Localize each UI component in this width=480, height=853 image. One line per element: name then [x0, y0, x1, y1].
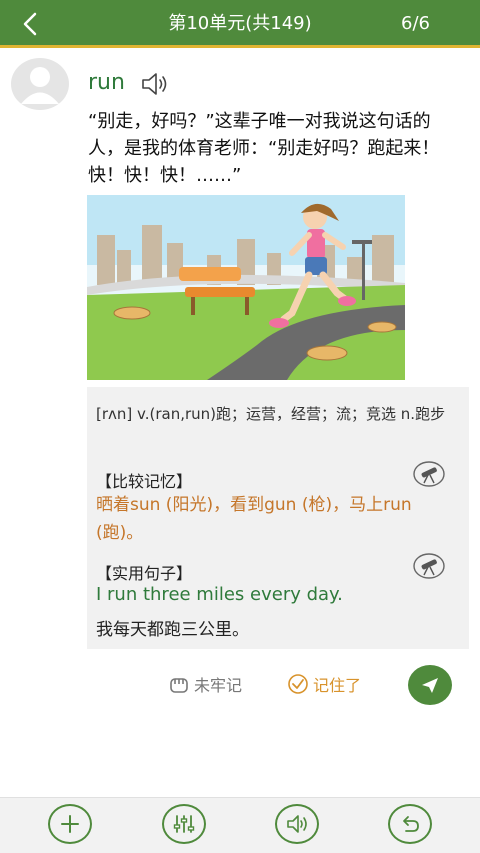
not-remembered-button[interactable]: 未牢记: [168, 672, 242, 696]
compare-detail-button[interactable]: [412, 460, 446, 488]
remembered-button[interactable]: 记住了: [287, 672, 361, 696]
example-english: I run three miles every day.: [96, 584, 343, 605]
word-info-panel: [rʌn] v.(ran,run)跑；运营，经营；流；竞选 n.跑步 【比较记忆…: [87, 387, 469, 649]
card-actions: 未牢记 记住了: [0, 662, 480, 708]
bottom-toolbar: [0, 797, 480, 853]
telescope-icon: [413, 461, 445, 487]
add-button[interactable]: [48, 804, 92, 844]
send-icon: [422, 678, 438, 693]
undo-icon: [403, 816, 419, 832]
undo-button[interactable]: [388, 804, 432, 844]
remembered-label: 记住了: [313, 676, 362, 695]
progress-counter: 6/6: [401, 13, 430, 34]
telescope-icon: [413, 553, 445, 579]
sliders-icon: [173, 815, 195, 833]
not-remembered-label: 未牢记: [194, 676, 243, 695]
speaker-icon: [142, 73, 167, 95]
plus-icon: [61, 815, 79, 833]
word-title: run: [88, 70, 125, 95]
send-button[interactable]: [408, 665, 452, 705]
settings-button[interactable]: [162, 804, 206, 844]
avatar: [11, 58, 69, 110]
illustration-running-girl: [87, 195, 405, 380]
speaker-button[interactable]: [140, 71, 172, 97]
example-detail-button[interactable]: [412, 552, 446, 580]
play-audio-button[interactable]: [275, 804, 319, 844]
top-bar: 第10单元(共149) 6/6: [0, 0, 480, 48]
compare-memory-title: 【比较记忆】: [96, 472, 193, 491]
check-circle-icon: [288, 674, 308, 694]
example-chinese: 我每天都跑三公里。: [96, 620, 249, 640]
story-sentence: “别走，好吗？”这辈子唯一对我说这句话的人，是我的体育老师：“别走好吗？跑起来！…: [88, 111, 440, 186]
speaker-icon: [287, 815, 307, 833]
example-sentence-title: 【实用句子】: [96, 564, 193, 583]
avatar-icon: [21, 67, 59, 104]
pronunciation-definition: [rʌn] v.(ran,run)跑；运营，经营；流；竞选 n.跑步: [96, 405, 446, 423]
compare-memory-text: 晒着sun (阳光)，看到gun (枪)，马上run (跑)。: [96, 495, 412, 543]
fist-icon: [170, 678, 188, 693]
